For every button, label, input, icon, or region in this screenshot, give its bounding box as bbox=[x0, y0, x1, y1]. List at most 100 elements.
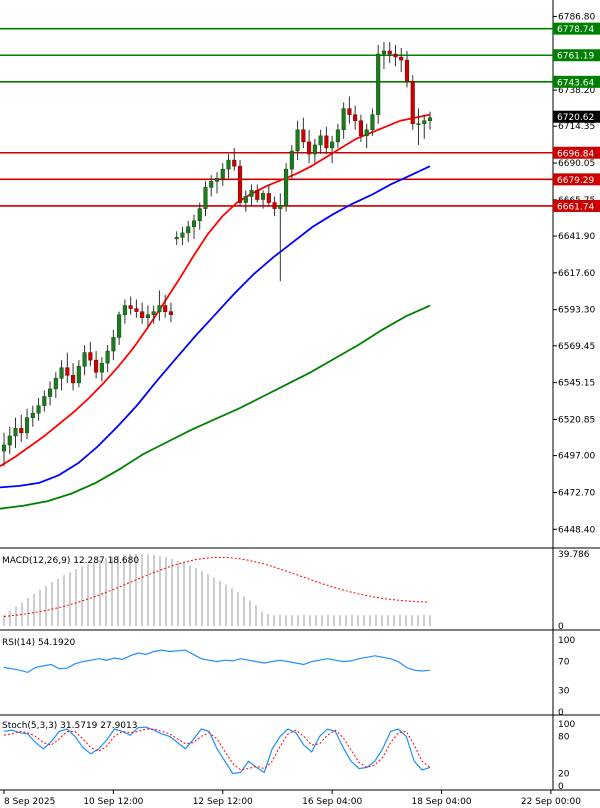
current-price-tag: 6720.62 bbox=[553, 110, 600, 123]
candle-up bbox=[111, 337, 116, 352]
price-tick-label: 6520.85 bbox=[558, 415, 595, 425]
candle-down bbox=[266, 193, 271, 203]
candle-up bbox=[214, 178, 220, 182]
time-tick-label: 8 Sep 2025 bbox=[4, 797, 55, 807]
candle-up bbox=[99, 362, 104, 373]
macd-tick-label: 39.786 bbox=[558, 550, 590, 560]
price-tick-label: 6593.30 bbox=[558, 306, 595, 316]
candle-down bbox=[128, 305, 133, 309]
candle-down bbox=[301, 129, 306, 143]
candle-up bbox=[220, 168, 225, 179]
candle-down bbox=[393, 53, 398, 58]
candle-down bbox=[255, 190, 260, 200]
candle-up bbox=[318, 135, 323, 146]
price-tick-label: 6497.00 bbox=[558, 452, 595, 462]
price-tick-label: 6472.70 bbox=[558, 488, 595, 498]
candle-up bbox=[376, 53, 381, 115]
price-tick-label: 6448.40 bbox=[558, 525, 595, 535]
stoch-tick-label: 100 bbox=[558, 720, 575, 730]
candle-up bbox=[295, 129, 300, 152]
candle-down bbox=[358, 120, 363, 137]
candle-down bbox=[71, 375, 76, 384]
candle-down bbox=[134, 308, 139, 312]
candle-up bbox=[422, 120, 427, 124]
candle-down bbox=[232, 159, 237, 167]
time-tick-label: 10 Sep 12:00 bbox=[83, 797, 143, 807]
candle-up bbox=[416, 123, 421, 125]
rsi-panel: 100 70 30 0 bbox=[3, 636, 575, 718]
current-price-value: 6720.62 bbox=[557, 113, 594, 123]
candle-up bbox=[1, 444, 7, 452]
candle-up bbox=[261, 193, 266, 200]
candle-up bbox=[53, 378, 58, 390]
candle-up bbox=[186, 226, 191, 234]
candle-up bbox=[13, 428, 18, 437]
candle-up bbox=[284, 168, 289, 206]
candle-up bbox=[7, 435, 12, 446]
support-level-value: 6661.74 bbox=[557, 202, 594, 212]
rsi-tick-label: 30 bbox=[558, 686, 570, 696]
time-tick-label: 22 Sep 00:00 bbox=[521, 797, 581, 807]
candle-up bbox=[191, 220, 197, 228]
candle-up bbox=[364, 129, 369, 137]
candle-up bbox=[341, 108, 346, 131]
candle-up bbox=[197, 208, 202, 221]
candle-down bbox=[404, 59, 410, 82]
candle-up bbox=[36, 405, 41, 414]
price-tick-label: 6617.60 bbox=[558, 269, 595, 279]
rsi-tick-label: 70 bbox=[558, 658, 570, 668]
candle-up bbox=[157, 305, 162, 312]
candle-up bbox=[59, 367, 64, 379]
time-tick-label: 16 Sep 04:00 bbox=[302, 797, 362, 807]
candle-up bbox=[381, 50, 386, 55]
candle-up bbox=[335, 129, 340, 143]
candle-up bbox=[30, 412, 35, 418]
candle-up bbox=[226, 159, 231, 170]
candle-down bbox=[140, 311, 145, 318]
price-tick-label: 6714.35 bbox=[558, 122, 595, 132]
candle-up bbox=[145, 314, 150, 318]
price-tick-label: 6569.45 bbox=[558, 342, 595, 352]
resistance-level-value: 6761.19 bbox=[557, 52, 594, 62]
candle-up bbox=[82, 352, 87, 367]
candle-up bbox=[278, 205, 283, 209]
candle-down bbox=[410, 81, 415, 124]
candle-up bbox=[203, 187, 208, 209]
stoch-tick-label: 20 bbox=[558, 770, 570, 780]
candle-up bbox=[209, 181, 214, 188]
candle-up bbox=[249, 190, 254, 197]
candle-down bbox=[307, 141, 312, 155]
candle-down bbox=[163, 305, 168, 312]
rsi-line bbox=[3, 649, 431, 674]
candle-down bbox=[65, 367, 70, 376]
candle-up bbox=[42, 396, 47, 406]
macd-tick-label: 0 bbox=[558, 622, 564, 632]
rsi-label: RSI(14) 54.1920 bbox=[2, 638, 75, 648]
resistance-level-value: 6743.64 bbox=[557, 78, 594, 88]
time-tick-label: 12 Sep 12:00 bbox=[193, 797, 253, 807]
candle-up bbox=[243, 196, 248, 203]
candle-up bbox=[289, 150, 294, 170]
candle-up bbox=[427, 117, 433, 121]
candle-up bbox=[330, 141, 335, 149]
candle-down bbox=[272, 202, 277, 209]
support-level-value: 6679.29 bbox=[557, 176, 594, 186]
candle-down bbox=[399, 56, 404, 61]
candle-up bbox=[122, 305, 127, 315]
support-level-value: 6696.84 bbox=[557, 149, 594, 159]
candle-up bbox=[117, 314, 122, 338]
candle-up bbox=[180, 232, 185, 238]
candle-down bbox=[324, 135, 329, 149]
candle-up bbox=[151, 311, 156, 315]
candle-down bbox=[237, 165, 243, 203]
price-tick-label: 6690.05 bbox=[558, 159, 595, 169]
price-tick-label: 6545.15 bbox=[558, 379, 595, 389]
candle-down bbox=[94, 359, 99, 373]
macd-signal-line bbox=[3, 556, 429, 617]
candle-up bbox=[174, 237, 179, 240]
stoch-label: Stoch(5,3,3) 31.5719 27.9013 bbox=[2, 721, 137, 731]
candle-up bbox=[76, 365, 81, 384]
candle-up bbox=[24, 417, 30, 434]
price-tick-label: 6786.80 bbox=[558, 12, 595, 22]
candle-up bbox=[312, 144, 317, 155]
